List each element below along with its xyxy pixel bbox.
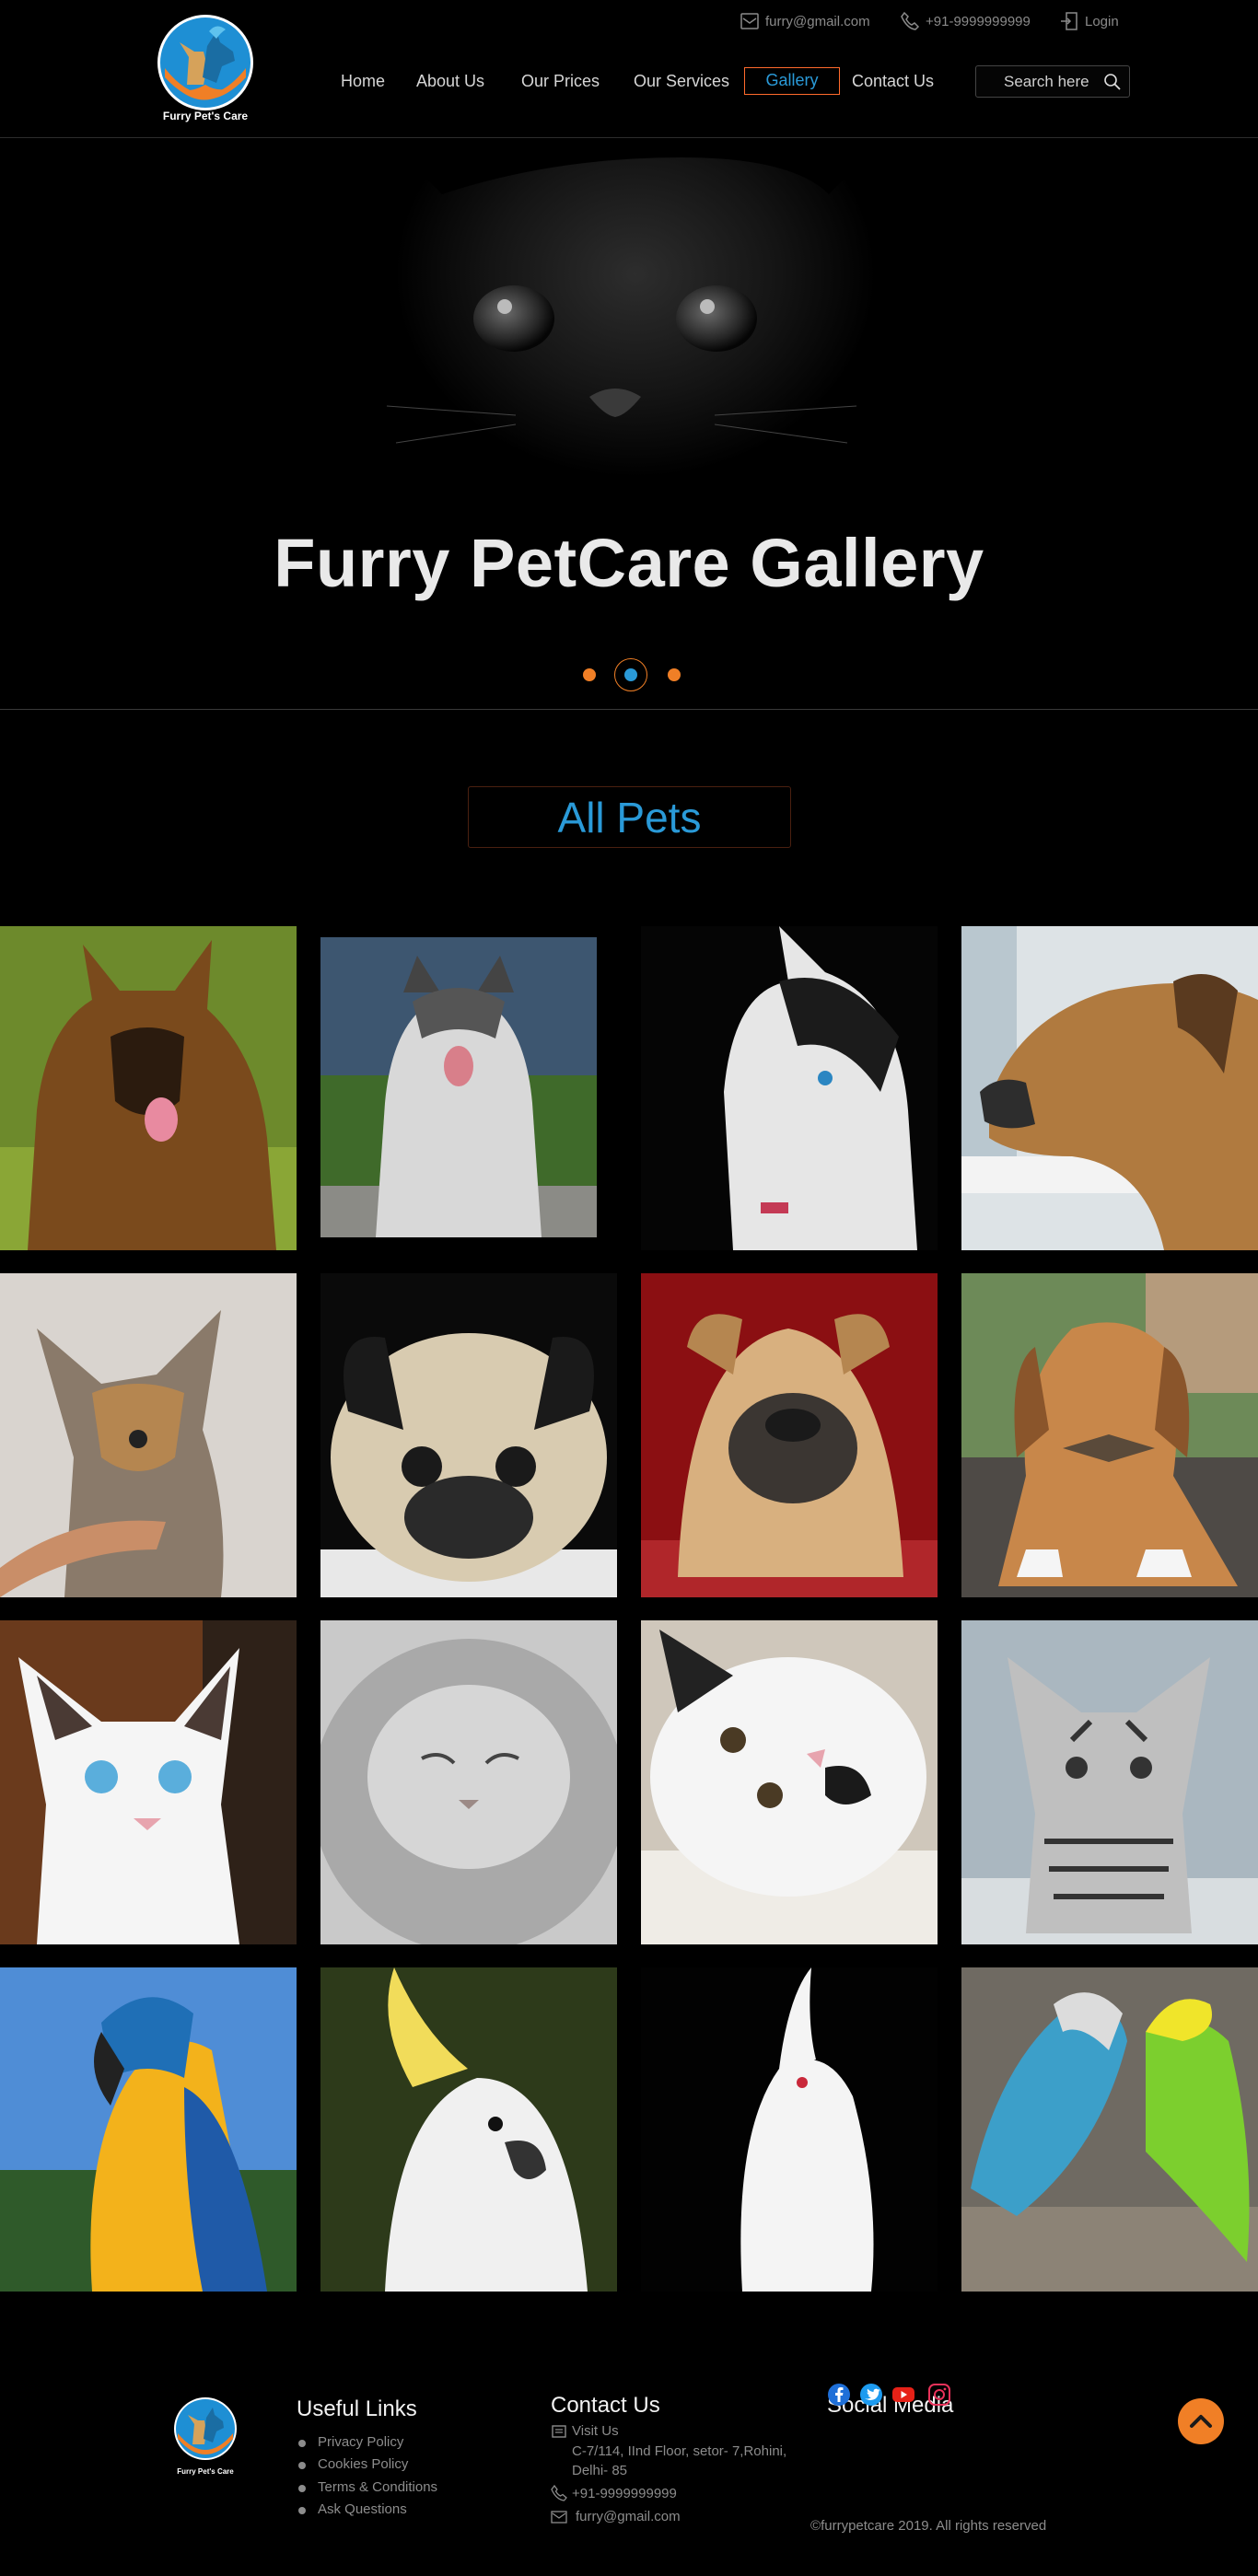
address-line-2: Delhi- 85 bbox=[572, 2463, 628, 2478]
useful-links-heading: Useful Links bbox=[297, 2396, 417, 2421]
nav-gallery[interactable]: Gallery bbox=[744, 67, 840, 95]
site-header: Furry Pet's Care furry@gmail.com +91-999… bbox=[0, 0, 1258, 138]
topbar-email-text: furry@gmail.com bbox=[765, 13, 870, 29]
ask-questions-label: Ask Questions bbox=[318, 2501, 407, 2517]
cockatoo-photo[interactable] bbox=[320, 1967, 617, 2292]
contact-us-heading: Contact Us bbox=[551, 2393, 660, 2418]
german-shepherd-photo[interactable] bbox=[0, 926, 297, 1250]
yorkshire-terrier-photo[interactable] bbox=[0, 1273, 297, 1597]
login-text: Login bbox=[1085, 13, 1119, 29]
login-link[interactable]: Login bbox=[1059, 9, 1119, 33]
shar-pei-photo[interactable] bbox=[641, 1273, 938, 1597]
bullet-icon bbox=[298, 2440, 306, 2447]
location-icon bbox=[552, 2425, 566, 2438]
nav-contact-us[interactable]: Contact Us bbox=[852, 67, 934, 95]
twitter-icon[interactable] bbox=[859, 2383, 883, 2407]
visit-us-label: Visit Us bbox=[572, 2423, 619, 2439]
slider-dot-3[interactable] bbox=[668, 668, 681, 681]
great-dane-window-photo[interactable] bbox=[961, 926, 1258, 1250]
husky-dark-photo[interactable] bbox=[641, 926, 938, 1250]
chevron-up-icon bbox=[1190, 2415, 1212, 2428]
search-input[interactable] bbox=[1002, 71, 1112, 92]
facebook-icon[interactable] bbox=[827, 2383, 851, 2407]
bullet-icon bbox=[298, 2462, 306, 2469]
nav-our-prices[interactable]: Our Prices bbox=[521, 67, 600, 95]
privacy-policy-link[interactable]: Privacy Policy bbox=[298, 2434, 404, 2450]
nav-home[interactable]: Home bbox=[341, 67, 385, 95]
beagle-bowtie-photo[interactable] bbox=[961, 1273, 1258, 1597]
macaw-photo[interactable] bbox=[0, 1967, 297, 2292]
hero-banner: Furry PetCare Gallery bbox=[0, 139, 1258, 710]
topbar-phone[interactable]: +91-9999999999 bbox=[900, 9, 1031, 33]
back-to-top-button[interactable] bbox=[1178, 2398, 1224, 2444]
youtube-icon[interactable] bbox=[891, 2383, 915, 2407]
mail-icon bbox=[740, 13, 759, 29]
mail-icon bbox=[551, 2511, 567, 2524]
bullet-icon bbox=[298, 2485, 306, 2492]
instagram-icon[interactable] bbox=[927, 2383, 951, 2407]
slider-dots bbox=[0, 656, 1258, 693]
siamese-kitten-photo[interactable] bbox=[0, 1620, 297, 1944]
copyright-notice: ©furrypetcare 2019. All rights reserved bbox=[810, 2518, 1046, 2534]
terms-conditions-link[interactable]: Terms & Conditions bbox=[298, 2479, 438, 2495]
ask-questions-link[interactable]: Ask Questions bbox=[298, 2501, 407, 2517]
copyright-text: furrypetcare 2019. All rights reserved bbox=[821, 2518, 1047, 2534]
nav-about-us[interactable]: About Us bbox=[416, 67, 484, 95]
husky-on-grass-photo[interactable] bbox=[320, 937, 597, 1237]
footer-logo-text: Furry Pet's Care bbox=[177, 2467, 234, 2476]
search-box bbox=[975, 65, 1130, 98]
login-icon bbox=[1061, 12, 1077, 30]
persian-cat-photo[interactable] bbox=[320, 1620, 617, 1944]
cookies-policy-link[interactable]: Cookies Policy bbox=[298, 2456, 409, 2472]
copyright-icon: © bbox=[810, 2518, 821, 2534]
slider-dot-2[interactable] bbox=[624, 668, 637, 681]
white-cat-lying-photo[interactable] bbox=[641, 1620, 938, 1944]
cookies-policy-label: Cookies Policy bbox=[318, 2456, 409, 2472]
furry-pets-care-logo[interactable]: Furry Pet's Care bbox=[152, 11, 258, 126]
hero-title: Furry PetCare Gallery bbox=[274, 525, 984, 601]
cockatiel-photo[interactable] bbox=[641, 1967, 938, 2292]
nav-our-services[interactable]: Our Services bbox=[634, 67, 729, 95]
tabby-kitten-photo[interactable] bbox=[961, 1620, 1258, 1944]
address-line-1: C-7/114, IInd Floor, setor- 7,Rohini, bbox=[572, 2443, 787, 2459]
all-pets-heading[interactable]: All Pets bbox=[468, 786, 791, 848]
footer-phone[interactable]: +91-9999999999 bbox=[572, 2486, 677, 2501]
black-cat-image bbox=[0, 139, 1258, 709]
footer-email[interactable]: furry@gmail.com bbox=[576, 2509, 681, 2524]
search-icon[interactable] bbox=[1103, 73, 1122, 91]
topbar-email[interactable]: furry@gmail.com bbox=[740, 9, 870, 33]
slider-dot-1[interactable] bbox=[583, 668, 596, 681]
phone-icon bbox=[901, 11, 920, 30]
budgies-photo[interactable] bbox=[961, 1967, 1258, 2292]
privacy-policy-label: Privacy Policy bbox=[318, 2434, 404, 2450]
pet-gallery bbox=[0, 926, 1258, 2292]
topbar-phone-text: +91-9999999999 bbox=[926, 13, 1031, 29]
logo-text: Furry Pet's Care bbox=[163, 110, 249, 122]
bullet-icon bbox=[298, 2507, 306, 2514]
footer-logo[interactable]: Furry Pet's Care bbox=[170, 2395, 239, 2477]
phone-icon bbox=[551, 2485, 567, 2501]
site-footer: Furry Pet's Care Useful Links Privacy Po… bbox=[0, 2292, 1258, 2576]
pug-photo[interactable] bbox=[320, 1273, 617, 1597]
terms-conditions-label: Terms & Conditions bbox=[318, 2479, 438, 2495]
